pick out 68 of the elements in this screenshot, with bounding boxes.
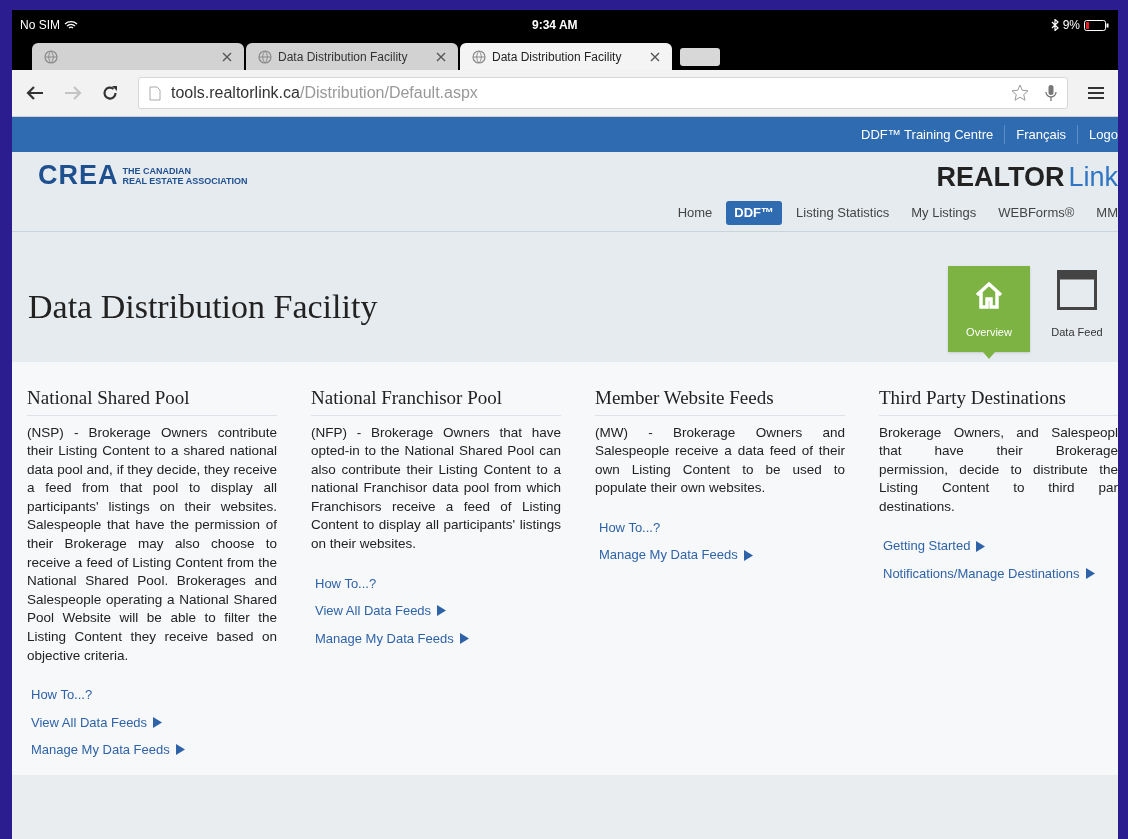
globe-icon (472, 49, 486, 64)
address-field[interactable]: tools.realtorlink.ca/Distribution/Default.aspx (138, 77, 1068, 109)
reload-icon[interactable] (102, 85, 118, 101)
battery-icon (1084, 19, 1110, 31)
section-link[interactable]: Manage My Data Feeds (599, 545, 845, 565)
section-link[interactable]: Manage My Data Feeds (315, 628, 561, 649)
window-icon (1057, 269, 1097, 310)
page-title: Data Distribution Facility (28, 287, 378, 327)
play-arrow-icon (976, 540, 986, 552)
section-heading: Member Website Feeds (595, 384, 845, 416)
bluetooth-icon (1050, 19, 1059, 31)
battery-percent: 9% (1062, 17, 1080, 34)
tab-title: Data Distribution Facility (278, 48, 408, 66)
carrier-label: No SIM (20, 17, 60, 34)
close-icon[interactable] (436, 51, 446, 62)
tile-label: Data Feed (1051, 324, 1103, 340)
section-description: (NFP) - Brokerage Owners that have opted-in to the National Shared Pool can also contribute their Listing Content to a national Franchisor data pool from which Franchisors receive a feed of Listing Content to display all participants' listings on their websites. (311, 423, 561, 554)
play-arrow-icon (437, 605, 447, 617)
utility-link[interactable]: DDF™ Training Centre (850, 124, 1005, 145)
wifi-icon (64, 20, 78, 30)
page-icon (149, 85, 161, 101)
section-link[interactable]: View All Data Feeds (31, 712, 277, 733)
section-description: Brokerage Owners, and Salespeopl that have their Brokerage permission, decide to distribute the Listing Content to third par destinations. (879, 423, 1118, 516)
tab-title: Data Distribution Facility (492, 48, 622, 66)
logo-wordmark: REALTOR (936, 164, 1065, 191)
logo-wordmark: Link (1068, 164, 1118, 191)
section-link[interactable]: View All Data Feeds (315, 601, 561, 621)
play-arrow-icon (175, 744, 185, 756)
section-link[interactable]: Notifications/Manage Destinations (883, 563, 1118, 584)
utility-link[interactable]: Français (1004, 124, 1078, 145)
play-arrow-icon (743, 549, 753, 561)
utility-link[interactable]: Logo (1077, 124, 1118, 145)
clock-time: 9:34 AM (532, 17, 578, 34)
logo-tagline: THE CANADIAN (122, 165, 192, 176)
nav-link[interactable]: Home (677, 203, 713, 223)
section-description: (NSP) - Brokerage Owners contribute their Listing Content to a shared national data pool and, if they decide, they receive a feed from that pool to display all participants' listings on their websites. Salespeople that have the permission of their Brokerage may also choose to receive a feed of Listing Content from the National Shared Pool. Brokerages and Salespeople operating a National Shared Pool Website will be able to filter the Listing Content they receive based on objective criteria. (27, 423, 277, 665)
section-heading: National Shared Pool (27, 384, 277, 416)
back-arrow-icon[interactable] (26, 86, 44, 100)
house-icon (974, 279, 1004, 310)
nav-link[interactable]: My Listings (911, 203, 977, 223)
microphone-icon[interactable] (1045, 84, 1057, 102)
browser-tab[interactable]: Data Distribution Facility (460, 43, 672, 70)
view-tile[interactable]: Data Feed (1036, 266, 1118, 352)
nav-link[interactable]: WEBForms® (998, 203, 1075, 223)
nav-link[interactable]: MM (1096, 203, 1118, 223)
close-icon[interactable] (650, 51, 660, 62)
nav-link[interactable]: DDF™ (726, 201, 783, 225)
section-link[interactable]: How To...? (599, 517, 845, 538)
browser-tab[interactable]: Data Distribution Facility (246, 43, 458, 70)
section-link[interactable]: Getting Started (883, 536, 1118, 556)
play-arrow-icon (459, 632, 469, 644)
logo-wordmark: CREA (38, 162, 119, 189)
section-heading: National Franchisor Pool (311, 384, 561, 416)
menu-icon[interactable] (1088, 86, 1104, 100)
nav-link[interactable]: Listing Statistics (796, 203, 890, 223)
section-link[interactable]: How To...? (315, 573, 561, 594)
close-icon[interactable] (222, 51, 232, 62)
play-arrow-icon (1085, 568, 1095, 580)
section-link[interactable]: Manage My Data Feeds (31, 740, 277, 760)
globe-icon (258, 49, 272, 64)
section-heading: Third Party Destinations (879, 384, 1118, 416)
star-icon[interactable] (1011, 84, 1029, 102)
globe-icon (44, 49, 58, 64)
logo-tagline: REAL ESTATE ASSOCIATION (122, 175, 248, 186)
play-arrow-icon (153, 716, 163, 728)
tile-label: Overview (966, 324, 1012, 340)
section-link[interactable]: How To...? (31, 685, 277, 705)
section-description: (MW) - Brokerage Owners and Salespeople receive a data feed of their own Listing Content to be used to populate their own websites. (595, 423, 845, 498)
